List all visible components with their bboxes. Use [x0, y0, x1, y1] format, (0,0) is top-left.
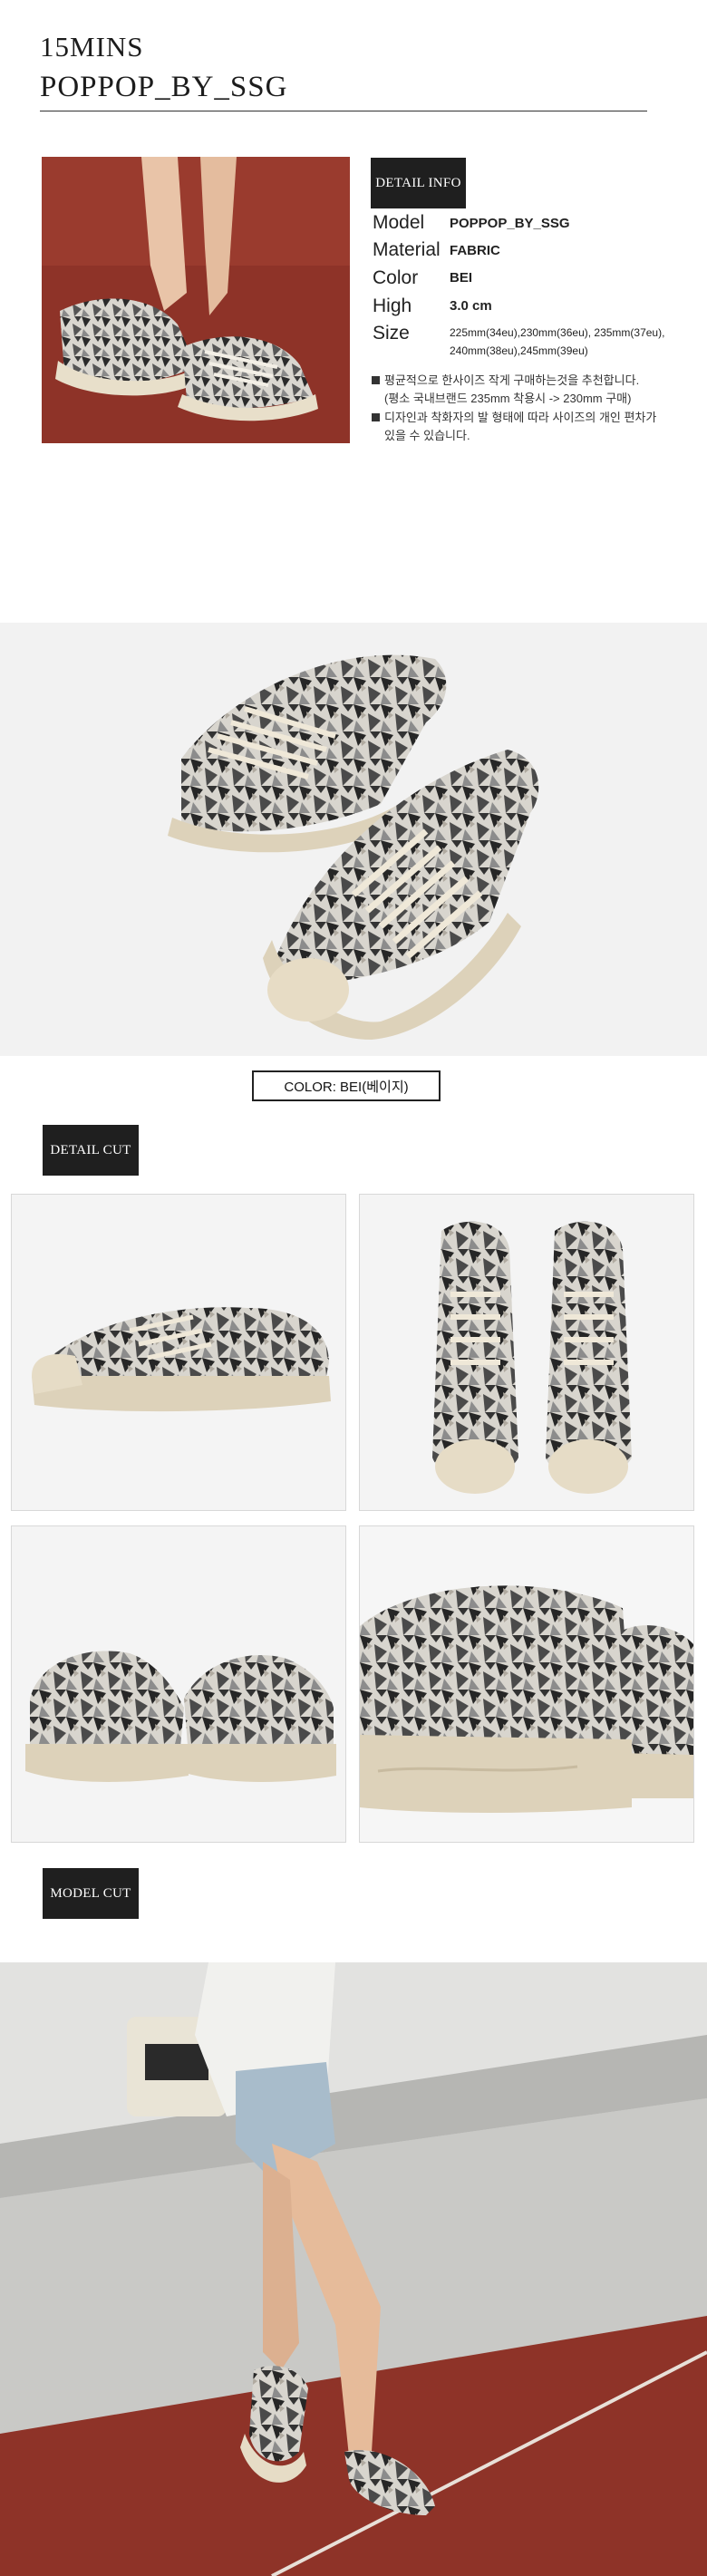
spec-label-size: Size — [373, 323, 410, 344]
size-line-2: 240mm(38eu),245mm(39eu) — [450, 344, 588, 357]
size-note-1: 평균적으로 한사이즈 작게 구매하는것을 추천합니다. (평소 국내브랜드 23… — [372, 372, 671, 408]
detail-cut-back-view — [11, 1525, 346, 1843]
detail-cut-front-view — [359, 1194, 694, 1511]
note-2-line-2: 있을 수 있습니다. — [384, 429, 470, 442]
detail-cut-label: DETAIL CUT — [43, 1125, 139, 1176]
spec-value-material: FABRIC — [450, 243, 500, 258]
main-product-photo — [0, 623, 707, 1056]
model-photo — [0, 1962, 707, 2576]
spec-value-size: 225mm(34eu),230mm(36eu), 235mm(37eu), 24… — [450, 324, 685, 360]
product-title: POPPOP_BY_SSG — [40, 71, 288, 103]
size-line-1: 225mm(34eu),230mm(36eu), 235mm(37eu), — [450, 326, 665, 339]
spec-value-high: 3.0 cm — [450, 298, 492, 314]
bullet-square-icon — [372, 376, 380, 384]
hero-product-photo — [42, 157, 350, 443]
color-caption: COLOR: BEI(베이지) — [252, 1070, 441, 1101]
note-1-line-2: (평소 국내브랜드 235mm 착용시 -> 230mm 구매) — [384, 392, 632, 405]
bullet-square-icon — [372, 413, 380, 421]
spec-value-color: BEI — [450, 270, 473, 286]
spec-label-color: Color — [373, 267, 419, 288]
model-cut-label: MODEL CUT — [43, 1868, 139, 1919]
size-note-2: 디자인과 착화자의 발 형태에 따라 사이즈의 개인 편차가 있을 수 있습니다… — [372, 409, 671, 445]
detail-cut-closeup — [359, 1525, 694, 1843]
detail-info-label: DETAIL INFO — [371, 158, 466, 208]
note-2-line-1: 디자인과 착화자의 발 형태에 따라 사이즈의 개인 편차가 — [384, 411, 657, 424]
detail-cut-side-view — [11, 1194, 346, 1511]
spec-label-material: Material — [373, 239, 441, 260]
brand-name: 15MINS — [40, 31, 144, 63]
spec-label-model: Model — [373, 212, 425, 233]
spec-label-high: High — [373, 295, 412, 316]
note-1-line-1: 평균적으로 한사이즈 작게 구매하는것을 추천합니다. — [384, 373, 640, 387]
spec-value-model: POPPOP_BY_SSG — [450, 216, 570, 231]
